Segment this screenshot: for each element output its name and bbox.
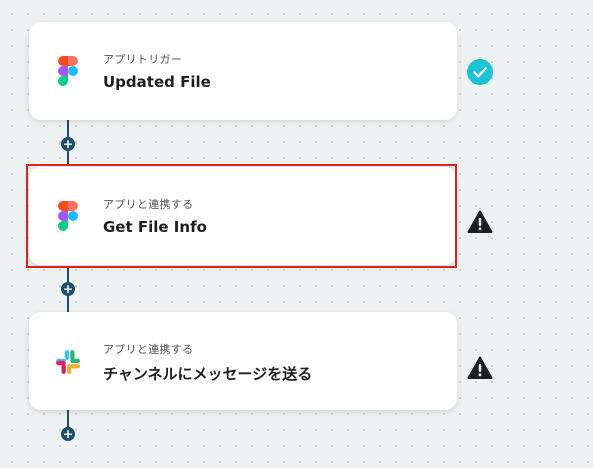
slack-icon	[56, 350, 80, 374]
step-type-label: アプリと連携する	[103, 343, 194, 356]
success-check-icon	[467, 59, 493, 85]
flow-step-card-action[interactable]: アプリと連携する チャンネルにメッセージを送る	[29, 312, 457, 410]
step-title: Updated File	[103, 73, 211, 91]
figma-icon	[58, 56, 78, 86]
step-title: チャンネルにメッセージを送る	[103, 365, 313, 383]
step-type-label: アプリトリガー	[103, 53, 183, 66]
add-step-button[interactable]: +	[61, 427, 75, 441]
step-type-label: アプリと連携する	[103, 198, 194, 211]
flow-step-card-trigger[interactable]: アプリトリガー Updated File	[29, 22, 457, 120]
add-step-button[interactable]: +	[61, 137, 75, 151]
step-title: Get File Info	[103, 218, 207, 236]
warning-icon	[467, 356, 493, 379]
figma-icon	[58, 201, 78, 231]
add-step-button[interactable]: +	[61, 282, 75, 296]
flow-step-card-action[interactable]: アプリと連携する Get File Info	[29, 167, 457, 265]
warning-icon	[467, 210, 493, 233]
